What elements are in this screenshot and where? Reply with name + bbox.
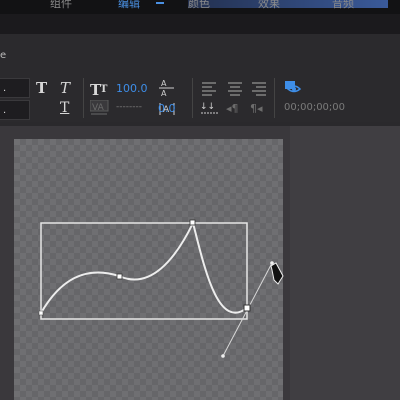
bold-icon[interactable]: T — [36, 79, 47, 97]
header-band — [0, 14, 400, 34]
italic-icon[interactable]: T — [60, 79, 70, 97]
tab-components[interactable]: 组件 — [50, 0, 72, 11]
kerning-icon[interactable]: VA — [90, 100, 110, 116]
top-tab-strip: 组件 编辑 颜色 效果 音频 — [0, 0, 400, 14]
tab-stops-icon[interactable]: ↓↓ — [200, 100, 220, 116]
svg-text:T: T — [100, 84, 108, 95]
align-center-icon[interactable] — [228, 82, 242, 98]
tab-edit[interactable]: 编辑 — [118, 0, 140, 11]
svg-text:◂¶: ◂¶ — [226, 102, 239, 115]
tab-effects[interactable]: 效果 — [258, 0, 280, 11]
svg-text:A: A — [161, 89, 167, 98]
kerning-value[interactable]: -------- — [116, 102, 142, 112]
svg-text:VA: VA — [92, 103, 105, 113]
svg-text:↓↓: ↓↓ — [200, 102, 215, 112]
align-right-icon[interactable] — [252, 82, 266, 98]
font-size-icon[interactable]: T T — [90, 80, 110, 98]
paragraph-ltr-icon[interactable]: ◂¶ — [226, 101, 242, 115]
toolbar-divider — [83, 78, 84, 118]
svg-text:¶◂: ¶◂ — [250, 102, 263, 115]
title-canvas[interactable] — [14, 139, 283, 400]
paragraph-rtl-icon[interactable]: ¶◂ — [250, 101, 268, 115]
align-left-icon[interactable] — [202, 82, 216, 98]
panel-label-fragment: e — [0, 50, 7, 61]
tracking-value[interactable]: 0.0 — [158, 102, 176, 115]
tab-highlight-bar — [188, 0, 388, 8]
timecode: 00;00;00;00 — [284, 102, 346, 113]
font-size-value[interactable]: 100.0 — [116, 82, 148, 95]
font-style-dropdown[interactable]: . — [0, 100, 30, 120]
show-video-icon[interactable] — [284, 79, 302, 95]
active-tab-indicator — [156, 2, 164, 4]
svg-text:A: A — [161, 79, 167, 88]
side-panel — [290, 126, 400, 400]
font-family-dropdown[interactable]: . — [0, 78, 30, 98]
tab-audio[interactable]: 音频 — [332, 0, 354, 11]
underline-icon[interactable]: T — [60, 100, 69, 116]
leading-icon[interactable]: A A — [158, 78, 176, 98]
tab-color[interactable]: 颜色 — [188, 0, 210, 11]
toolbar-divider — [192, 78, 193, 118]
toolbar-divider — [274, 78, 275, 118]
